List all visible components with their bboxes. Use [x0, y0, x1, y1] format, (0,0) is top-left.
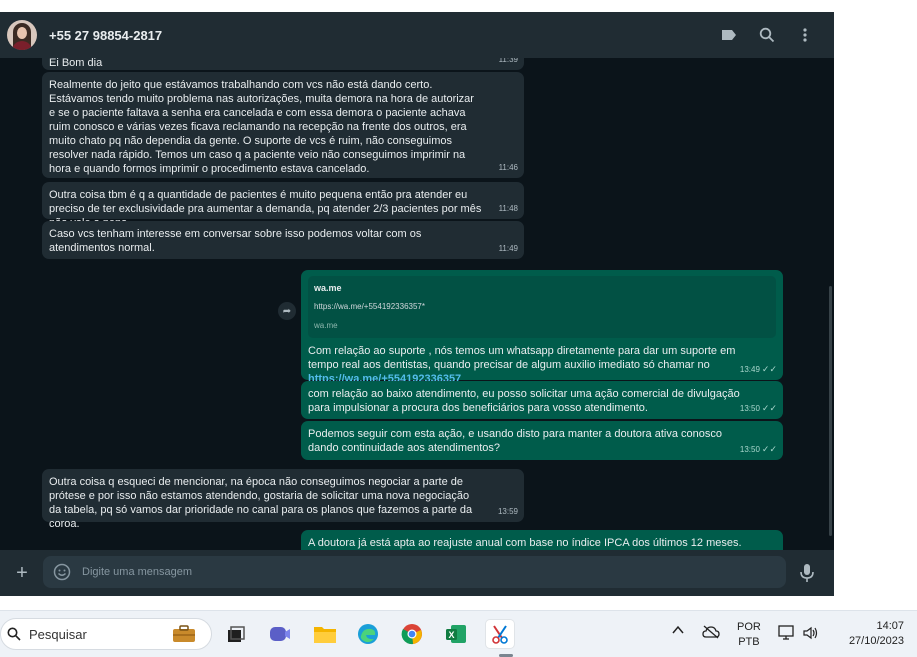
task-view-icon[interactable] [222, 620, 250, 648]
message-text: Ei Bom dia [49, 58, 103, 69]
whatsapp-window: +55 27 98854-2817 Ei Bom dia 11:39 Realm… [0, 12, 834, 596]
cloud-offline-icon[interactable] [702, 625, 720, 642]
message-time: 13:50 ✓✓ [739, 403, 777, 413]
svg-text:X: X [449, 630, 455, 640]
edge-icon[interactable] [354, 620, 382, 648]
message-time: 11:48 [498, 204, 518, 213]
tray-chevron-icon[interactable] [672, 625, 684, 638]
link-preview-domain: wa.me [314, 321, 338, 330]
message-incoming[interactable]: Realmente do jeito que estávamos trabalh… [42, 72, 524, 178]
windows-taskbar: Pesquisar X POR PTB 14:07 27/10/2023 [0, 610, 917, 657]
message-time: 13:59 [497, 507, 518, 516]
chat-header: +55 27 98854-2817 [0, 12, 834, 58]
link-preview-url: https://wa.me/+554192336357* [314, 302, 425, 311]
message-incoming[interactable]: Outra coisa tbm é q a quantidade de paci… [42, 182, 524, 229]
menu-icon[interactable] [796, 26, 814, 44]
message-outgoing[interactable]: A doutora já está apta ao reajuste anual… [301, 530, 783, 550]
attach-icon[interactable]: + [12, 562, 32, 585]
forward-icon[interactable]: ➦ [278, 302, 296, 320]
chrome-icon[interactable] [398, 620, 426, 648]
meet-icon[interactable] [266, 620, 294, 648]
system-clock[interactable]: 14:07 27/10/2023 [834, 619, 904, 649]
message-text: Realmente do jeito que estávamos trabalh… [49, 79, 474, 175]
message-time: 11:49 [498, 244, 518, 253]
link-preview-title: wa.me [314, 283, 342, 293]
desktop-area [834, 0, 917, 610]
message-outgoing[interactable]: Podemos seguir com esta ação, e usando d… [301, 421, 783, 460]
language-indicator[interactable]: POR PTB [737, 620, 761, 650]
language-code: POR [737, 621, 761, 633]
message-time: 13:49 ✓✓ [739, 364, 777, 374]
message-input-placeholder: Digite uma mensagem [82, 566, 193, 578]
chat-scrollbar[interactable] [829, 286, 832, 536]
message-text: Com relação ao suporte , nós temos um wh… [308, 345, 736, 371]
snipping-tool-icon[interactable] [486, 620, 514, 648]
message-outgoing-link[interactable]: wa.me https://wa.me/+554192336357* wa.me… [301, 270, 783, 385]
taskbar-search[interactable]: Pesquisar [0, 618, 212, 650]
message-outgoing[interactable]: com relação ao baixo atendimento, eu pos… [301, 381, 783, 419]
link-preview[interactable]: wa.me https://wa.me/+554192336357* wa.me [308, 276, 776, 338]
message-text: Outra coisa q esqueci de mencionar, na é… [49, 476, 473, 530]
search-icon[interactable] [758, 26, 776, 44]
message-text: Podemos seguir com esta ação, e usando d… [308, 428, 722, 454]
clock-date: 27/10/2023 [848, 635, 904, 647]
microphone-icon[interactable] [798, 563, 816, 583]
message-input[interactable]: Digite uma mensagem [43, 556, 786, 588]
message-text: A doutora já está apta ao reajuste anual… [308, 537, 742, 549]
message-incoming[interactable]: Outra coisa q esqueci de mencionar, na é… [42, 469, 524, 530]
contact-name[interactable]: +55 27 98854-2817 [49, 28, 162, 43]
taskbar-search-label: Pesquisar [29, 626, 87, 642]
top-window-strip [0, 0, 917, 12]
keyboard-layout: PTB [738, 636, 760, 648]
volume-icon[interactable] [802, 625, 820, 644]
excel-icon[interactable]: X [442, 620, 470, 648]
network-icon[interactable] [778, 625, 796, 644]
contact-avatar[interactable] [7, 20, 37, 50]
message-list[interactable]: Ei Bom dia 11:39 Realmente do jeito que … [0, 58, 834, 550]
message-time: 13:50 ✓✓ [739, 444, 777, 454]
emoji-icon[interactable] [52, 562, 72, 582]
composer-bar: + Digite uma mensagem [0, 550, 834, 596]
briefcase-icon [173, 625, 195, 642]
message-text: com relação ao baixo atendimento, eu pos… [308, 388, 740, 414]
message-time: 11:46 [498, 163, 518, 172]
search-icon [7, 627, 21, 641]
read-receipt-icon: ✓✓ [761, 444, 777, 454]
message-incoming[interactable]: Ei Bom dia 11:39 [42, 58, 524, 70]
message-incoming[interactable]: Caso vcs tenham interesse em conversar s… [42, 221, 524, 259]
message-time: 11:39 [498, 58, 518, 64]
file-explorer-icon[interactable] [311, 620, 339, 648]
label-icon[interactable] [720, 26, 738, 44]
read-receipt-icon: ✓✓ [761, 364, 777, 374]
message-text: Caso vcs tenham interesse em conversar s… [49, 228, 422, 254]
clock-time: 14:07 [876, 620, 904, 632]
read-receipt-icon: ✓✓ [761, 403, 777, 413]
